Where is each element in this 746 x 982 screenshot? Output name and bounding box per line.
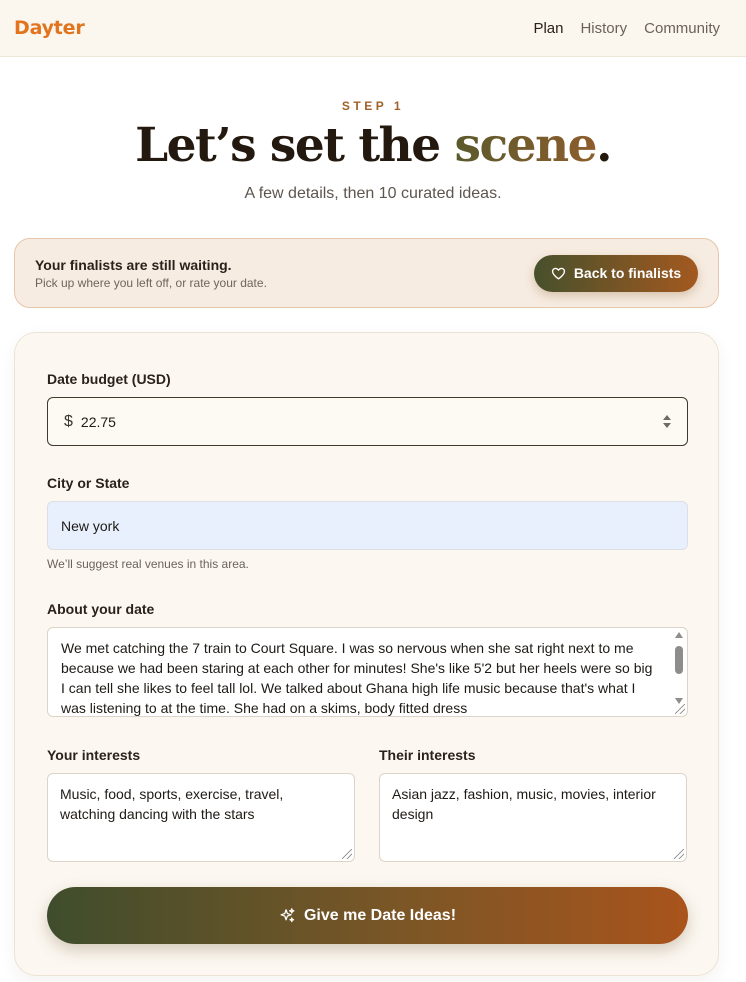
give-date-ideas-button[interactable]: Give me Date Ideas!: [47, 887, 688, 944]
main-nav: Plan History Community: [533, 20, 720, 37]
your-interests-label: Your interests: [47, 747, 141, 763]
page-title-accent: scene: [454, 118, 598, 173]
number-stepper-icon[interactable]: [663, 415, 671, 428]
top-nav-bar: Dayter Plan History Community: [0, 0, 746, 57]
banner-text: Your finalists are still waiting. Pick u…: [35, 257, 267, 290]
their-interests-value: Asian jazz, fashion, music, movies, inte…: [392, 786, 656, 822]
step-indicator: STEP 1: [341, 99, 405, 113]
back-to-finalists-button[interactable]: Back to finalists: [534, 254, 698, 292]
budget-value: 22.75: [80, 413, 116, 430]
brand-logo[interactable]: Dayter: [14, 17, 85, 39]
city-hint: We’ll suggest real venues in this area.: [47, 557, 249, 571]
budget-label: Date budget (USD): [47, 371, 171, 387]
nav-item-history[interactable]: History: [580, 20, 627, 37]
currency-symbol: $: [64, 412, 73, 430]
budget-input[interactable]: $ 22.75: [47, 397, 688, 446]
page-title: Let’s set the scene.: [0, 118, 746, 173]
your-interests-textarea[interactable]: Music, food, sports, exercise, travel, w…: [47, 773, 355, 862]
city-value: New york: [61, 517, 120, 534]
nav-item-community[interactable]: Community: [644, 20, 720, 37]
heart-icon: [551, 267, 565, 279]
give-date-ideas-label: Give me Date Ideas!: [303, 906, 457, 924]
resize-handle-icon[interactable]: [342, 849, 352, 859]
about-date-textarea[interactable]: We met catching the 7 train to Court Squ…: [47, 627, 688, 717]
page-subtitle: A few details, then 10 curated ideas.: [244, 185, 502, 202]
their-interests-textarea[interactable]: Asian jazz, fashion, music, movies, inte…: [379, 773, 687, 862]
finalists-banner: Your finalists are still waiting. Pick u…: [14, 238, 719, 308]
page-title-main: Let’s set the: [135, 118, 455, 173]
sparkles-icon: [280, 908, 295, 923]
about-label: About your date: [47, 601, 155, 617]
back-to-finalists-label: Back to finalists: [573, 265, 682, 281]
their-interests-label: Their interests: [379, 747, 476, 763]
city-input[interactable]: New york: [47, 501, 688, 550]
banner-title: Your finalists are still waiting.: [35, 256, 232, 273]
nav-item-plan[interactable]: Plan: [533, 20, 563, 37]
date-form-card: Date budget (USD) $ 22.75 City or State …: [14, 332, 719, 976]
page-title-end: .: [596, 118, 612, 173]
banner-subtitle: Pick up where you left off, or rate your…: [35, 275, 267, 290]
your-interests-value: Music, food, sports, exercise, travel, w…: [60, 786, 284, 822]
textarea-scrollbar[interactable]: [673, 632, 685, 704]
about-date-value: We met catching the 7 train to Court Squ…: [61, 640, 653, 716]
resize-handle-icon[interactable]: [674, 849, 684, 859]
city-label: City or State: [47, 475, 130, 491]
resize-handle-icon[interactable]: [675, 704, 685, 714]
